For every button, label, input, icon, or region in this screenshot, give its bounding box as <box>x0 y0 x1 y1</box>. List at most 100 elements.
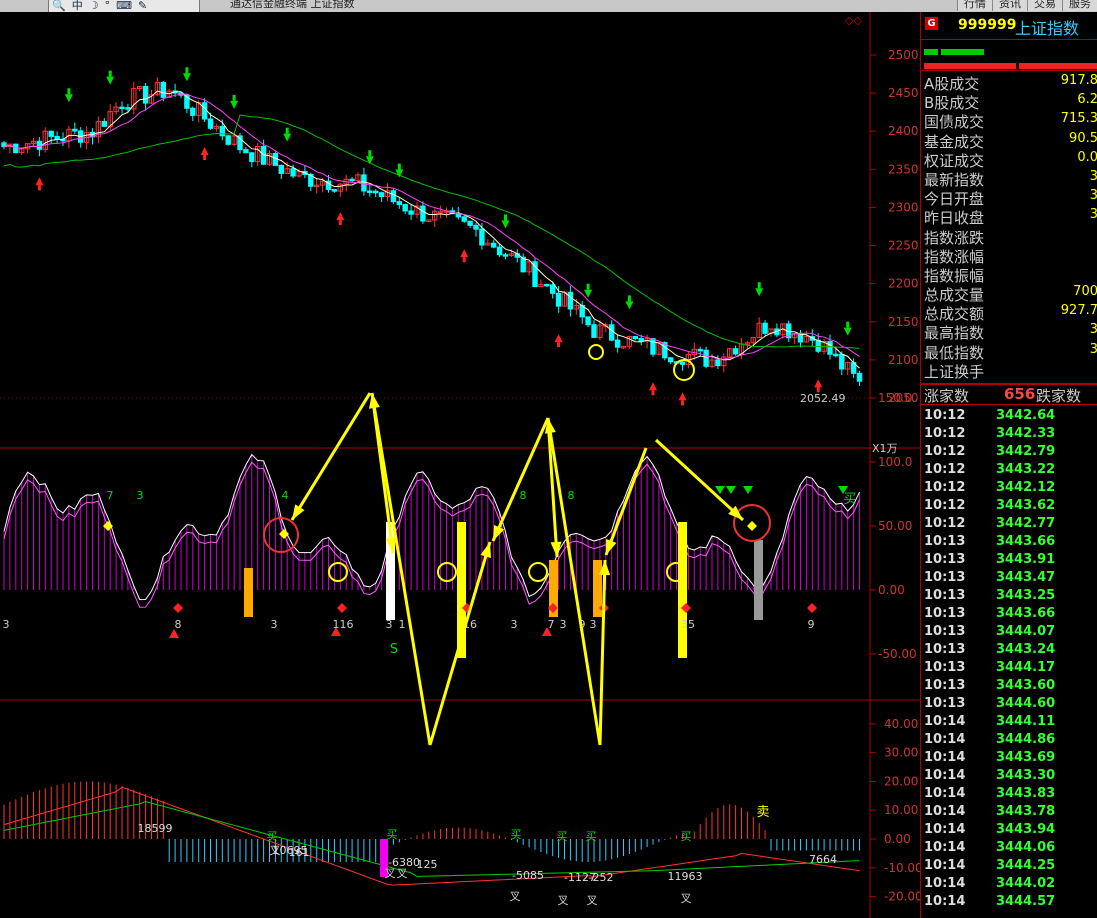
annotation-arrow <box>370 392 432 746</box>
tick-price: 3444.06 <box>996 840 1056 855</box>
candle-body <box>54 135 60 140</box>
stat-value: 3 <box>1089 168 1097 184</box>
buy-arrow-down <box>625 301 634 310</box>
sell-marker: 卖 <box>756 805 769 820</box>
cross-marker: 叉 <box>681 892 692 905</box>
bottom-label: 3 <box>3 618 10 631</box>
keyboard-icon[interactable]: ⌨ <box>116 0 132 12</box>
sell-arrow-up <box>678 392 687 401</box>
search-icon[interactable]: 🔍 <box>52 0 66 12</box>
price-axis-label: 2350 <box>888 162 919 176</box>
annotation-arrowhead <box>493 525 505 541</box>
tool-icon[interactable]: ✎ <box>138 0 147 12</box>
tick-row: 10:14 3444.25 <box>921 857 1097 875</box>
buy-arrow-stem <box>285 127 289 134</box>
candle-body <box>550 284 556 294</box>
candle-body <box>638 338 644 342</box>
stock-chart[interactable]: ◇◇ 73488383116311637393359S买 18599106951… <box>0 12 920 918</box>
sell-arrow-up <box>554 334 563 343</box>
buy-arrow-stem <box>846 321 850 328</box>
top-label: 7 <box>107 489 114 502</box>
highlight-circle <box>588 344 604 360</box>
buy-arrow-down <box>106 76 115 85</box>
stat-label: 国债成交 <box>924 113 985 132</box>
macd-value-label: 125 <box>417 858 438 871</box>
macd-axis-label: 30.00 <box>884 746 918 760</box>
tick-row: 10:13 3443.60 <box>921 677 1097 695</box>
stat-value: 90.5 <box>1069 130 1097 146</box>
candle-body <box>420 205 426 222</box>
tick-time: 10:14 <box>924 732 966 747</box>
candle-body <box>331 189 338 192</box>
stats-list: A股成交 917.8 B股成交 6.2 国债成交 715.3 基金成交 90.5 权证成交 0.0… <box>921 71 1097 384</box>
sell-arrow-up <box>649 382 657 391</box>
ma5-line <box>3 90 860 369</box>
price-axis-label: 2200 <box>888 277 919 291</box>
buy-arrow-stem <box>232 94 236 101</box>
macd-axis-label: -10.00 <box>884 861 920 875</box>
moon-icon[interactable]: ☽ <box>89 0 99 12</box>
stat-label: 昨日收盘 <box>924 209 985 228</box>
stat-label: 指数涨幅 <box>924 247 985 266</box>
tab-trade[interactable]: 交易 <box>1027 0 1062 11</box>
g-badge: G <box>925 17 938 30</box>
top-tabs: 行情 资讯 交易 服务 <box>957 0 1097 11</box>
candle-body <box>13 143 19 154</box>
tick-price: 3444.25 <box>996 858 1056 873</box>
tab-service[interactable]: 服务 <box>1062 0 1097 11</box>
annotation-arrow <box>654 438 745 522</box>
tick-row: 10:14 3443.30 <box>921 767 1097 785</box>
tick-time: 10:14 <box>924 822 966 837</box>
last-price-label: 2052.49 <box>800 392 846 405</box>
buy-label: 买 <box>843 492 856 507</box>
tick-time: 10:13 <box>924 606 966 621</box>
macd-value-label: 161 <box>289 846 310 859</box>
tick-price: 3442.64 <box>996 408 1056 423</box>
candle-body <box>219 125 226 137</box>
bottom-label: 3 <box>386 618 393 631</box>
tick-price: 3442.77 <box>996 516 1056 531</box>
candle-body <box>668 357 674 363</box>
buy-arrow-stem <box>504 214 507 221</box>
stat-row: 指数振幅 <box>921 265 1097 285</box>
sell-arrow-up <box>200 147 209 156</box>
tick-price: 3443.47 <box>996 570 1056 585</box>
candle-body <box>390 190 397 203</box>
macd-axis-label: 20.00 <box>884 774 918 788</box>
stat-row: 昨日收盘 3 <box>921 207 1097 228</box>
highlight-circle <box>328 562 348 582</box>
stat-label: B股成交 <box>924 94 980 113</box>
tick-price: 3444.60 <box>996 696 1056 711</box>
stat-label: 总成交额 <box>924 305 985 324</box>
stat-label: 总成交量 <box>924 286 985 305</box>
candle-body <box>190 107 196 116</box>
tick-price: 3443.69 <box>996 750 1056 765</box>
stat-label: 今日开盘 <box>924 190 985 209</box>
buy-marker: 买 <box>586 830 597 843</box>
sell-arrow-up <box>460 249 469 258</box>
s-signal-label: S <box>390 642 398 657</box>
tab-news[interactable]: 资讯 <box>992 0 1027 11</box>
bottom-label: 8 <box>175 618 182 631</box>
tab-market[interactable]: 行情 <box>957 0 992 11</box>
chinese-input-icon[interactable]: 中 <box>72 0 83 12</box>
signal-bar <box>678 522 687 658</box>
annotation-arrow <box>290 392 372 521</box>
tick-time: 10:14 <box>924 840 966 855</box>
tick-price: 3443.94 <box>996 822 1056 837</box>
dots-icon[interactable]: ° <box>105 0 111 12</box>
price-axis-label: 2150 <box>888 315 919 329</box>
candle-body <box>119 106 125 110</box>
buy-arrow-down <box>230 100 239 109</box>
candle-body <box>473 224 479 230</box>
stat-value: 700 <box>1073 284 1097 300</box>
stat-row: 最低指数 3 <box>921 342 1097 362</box>
buy-arrow-down <box>182 73 191 82</box>
buy-arrow-stem <box>586 283 590 290</box>
ma30-line <box>3 114 860 349</box>
sell-arrow-stem <box>37 185 41 191</box>
candle-body <box>402 204 408 212</box>
candle-body <box>48 130 54 137</box>
tick-row: 10:14 3443.69 <box>921 749 1097 767</box>
candle-body <box>467 220 473 226</box>
